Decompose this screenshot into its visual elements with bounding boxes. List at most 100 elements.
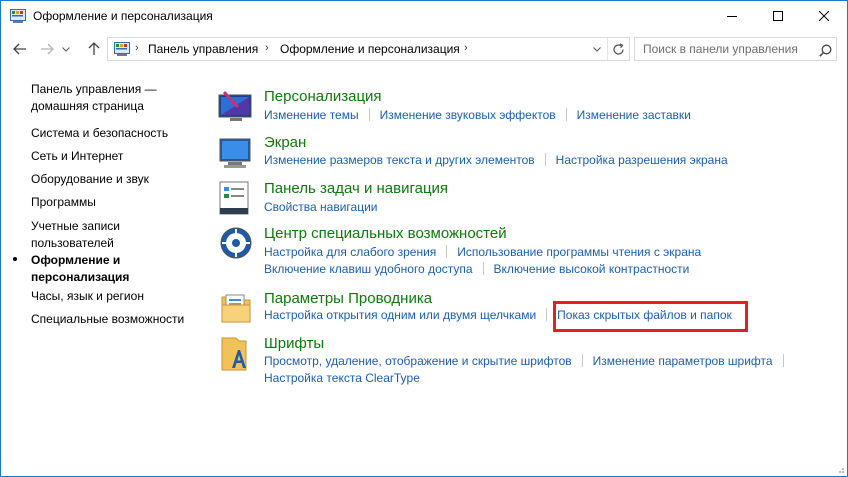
address-bar[interactable]: › Панель управления › Оформление и персо…: [107, 37, 630, 61]
link-separator: [546, 308, 548, 321]
control-panel-icon: [10, 9, 26, 23]
fonts-icon: [221, 337, 247, 371]
link-separator: [446, 245, 448, 258]
search-icon: [818, 44, 831, 57]
category-display: Экран Изменение размеров текста и других…: [216, 133, 836, 183]
arrow-up-icon: [88, 42, 100, 55]
search-input[interactable]: [635, 38, 815, 60]
category-personalization: Персонализация Изменение темы Изменение з…: [216, 87, 836, 137]
chevron-down-icon: [62, 46, 70, 52]
sidebar-item-appearance[interactable]: Оформление и персонализация: [31, 252, 129, 286]
link-high-contrast[interactable]: Включение высокой контрастности: [494, 262, 690, 276]
sidebar-item-label: домашняя страница: [31, 99, 144, 113]
sidebar-item-programs[interactable]: Программы: [31, 194, 96, 211]
link-font-settings[interactable]: Изменение параметров шрифта: [593, 354, 773, 368]
category-title[interactable]: Шрифты: [264, 335, 324, 352]
category-title[interactable]: Персонализация: [264, 88, 382, 105]
link-screen-reader[interactable]: Использование программы чтения с экрана: [457, 245, 701, 259]
breadcrumb-separator[interactable]: ›: [265, 42, 269, 54]
display-icon: [219, 138, 251, 168]
sidebar-item-label: Специальные возможности: [31, 312, 185, 326]
link-separator: [482, 262, 484, 275]
category-links: Просмотр, удаление, отображение и скрыти…: [264, 354, 794, 370]
sidebar-item-label: пользователей: [31, 236, 114, 250]
category-taskbar: Панель задач и навигация Свойства навига…: [216, 179, 836, 229]
close-icon: [819, 11, 829, 21]
control-panel-icon: [114, 42, 130, 56]
resize-grip-icon[interactable]: [835, 464, 845, 474]
title-bar[interactable]: Оформление и персонализация: [1, 1, 847, 32]
sidebar-item-label: Оформление и: [31, 253, 121, 267]
link-view-fonts[interactable]: Просмотр, удаление, отображение и скрыти…: [264, 354, 572, 368]
window-title: Оформление и персонализация: [33, 9, 213, 23]
sidebar-item-system-security[interactable]: Система и безопасность: [31, 125, 168, 142]
sidebar-item-clock-region[interactable]: Часы, язык и регион: [31, 288, 144, 305]
link-change-sounds[interactable]: Изменение звуковых эффектов: [380, 108, 556, 122]
category-fonts: Шрифты Просмотр, удаление, отображение и…: [216, 334, 836, 392]
sidebar-item-network[interactable]: Сеть и Интернет: [31, 148, 123, 165]
control-panel-window: Оформление и персонализация › Панель упр…: [0, 0, 848, 477]
breadcrumb-control-panel[interactable]: Панель управления: [148, 42, 258, 56]
search-button[interactable]: [816, 41, 834, 59]
personalization-icon: [218, 90, 252, 121]
category-ease-of-access: Центр специальных возможностей Настройка…: [216, 225, 836, 283]
category-links: Включение клавиш удобного доступа Включен…: [264, 262, 689, 278]
navigation-bar: › Панель управления › Оформление и персо…: [1, 32, 847, 66]
link-separator: [581, 354, 583, 367]
category-links: Настройка текста ClearType: [264, 371, 420, 387]
breadcrumb-appearance[interactable]: Оформление и персонализация: [280, 42, 460, 56]
category-title[interactable]: Экран: [264, 134, 306, 151]
breadcrumb-separator[interactable]: ›: [135, 42, 139, 54]
link-change-theme[interactable]: Изменение темы: [264, 108, 359, 122]
up-button[interactable]: [83, 38, 105, 60]
back-button[interactable]: [9, 38, 31, 60]
breadcrumb-separator[interactable]: ›: [464, 42, 468, 54]
category-title[interactable]: Панель задач и навигация: [264, 180, 448, 197]
sidebar-item-label: Система и безопасность: [31, 126, 169, 140]
address-history-button[interactable]: [589, 41, 605, 57]
link-cleartype[interactable]: Настройка текста ClearType: [264, 371, 420, 385]
category-title[interactable]: Параметры Проводника: [264, 290, 432, 307]
category-links: Настройка для слабого зрения Использовани…: [264, 245, 701, 261]
link-separator: [782, 354, 784, 367]
maximize-icon: [773, 11, 783, 21]
refresh-button[interactable]: [607, 38, 629, 60]
recent-locations-button[interactable]: [59, 38, 73, 60]
forward-button[interactable]: [36, 38, 58, 60]
sidebar-item-label: Панель управления —: [31, 82, 157, 96]
close-button[interactable]: [801, 1, 847, 31]
link-change-screensaver[interactable]: Изменение заставки: [577, 108, 691, 122]
ease-of-access-icon: [220, 227, 252, 259]
arrow-left-icon: [13, 43, 26, 55]
link-low-vision[interactable]: Настройка для слабого зрения: [264, 245, 436, 259]
link-separator: [544, 153, 546, 166]
link-text-size[interactable]: Изменение размеров текста и других элеме…: [264, 153, 535, 167]
category-links: Изменение размеров текста и других элеме…: [264, 153, 728, 169]
sidebar-item-label: Оборудование и звук: [31, 172, 149, 186]
refresh-icon: [613, 42, 624, 55]
sidebar-item-label: персонализация: [31, 270, 130, 284]
arrow-right-icon: [41, 43, 54, 55]
link-separator: [368, 108, 370, 121]
link-navigation-properties[interactable]: Свойства навигации: [264, 200, 377, 214]
link-single-double-click[interactable]: Настройка открытия одним или двумя щелчк…: [264, 308, 536, 322]
explorer-options-icon: [221, 294, 251, 323]
sidebar-item-home[interactable]: Панель управления — домашняя страница: [31, 81, 157, 115]
maximize-button[interactable]: [755, 1, 801, 31]
link-screen-resolution[interactable]: Настройка разрешения экрана: [556, 153, 728, 167]
link-sticky-keys[interactable]: Включение клавиш удобного доступа: [264, 262, 473, 276]
minimize-icon: [727, 16, 737, 17]
category-title[interactable]: Центр специальных возможностей: [264, 225, 507, 242]
current-item-bullet: [13, 257, 17, 261]
sidebar-item-user-accounts[interactable]: Учетные записи пользователей: [31, 218, 120, 252]
search-box[interactable]: [634, 37, 837, 61]
highlight-box: [553, 301, 748, 332]
sidebar-item-label: Программы: [31, 195, 96, 209]
sidebar-item-accessibility[interactable]: Специальные возможности: [31, 311, 184, 328]
link-separator: [565, 108, 567, 121]
category-links: Изменение темы Изменение звуковых эффекто…: [264, 108, 691, 124]
sidebar-item-hardware-sound[interactable]: Оборудование и звук: [31, 171, 149, 188]
sidebar-item-label: Сеть и Интернет: [31, 149, 124, 163]
minimize-button[interactable]: [709, 1, 755, 31]
chevron-down-icon: [593, 46, 601, 52]
